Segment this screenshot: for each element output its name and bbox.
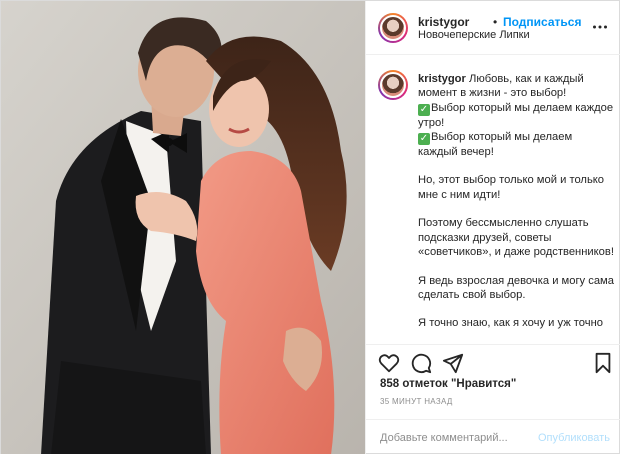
post-caption: kristygor Любовь, как и каждый момент в … bbox=[366, 56, 620, 344]
caption-line: Выбор который мы делаем каждый вечер! bbox=[418, 130, 573, 158]
caption-line: Я точно знаю, как я хочу и уж точно bbox=[418, 317, 604, 330]
caption-avatar[interactable] bbox=[378, 70, 408, 100]
comment-input[interactable] bbox=[380, 429, 530, 447]
more-horizontal-icon[interactable] bbox=[592, 19, 608, 35]
publish-button[interactable]: Опубликовать bbox=[538, 432, 610, 444]
couple-photo-illustration bbox=[1, 1, 365, 454]
post-sidebar: kristygor • Подписаться Новочеперские Ли… bbox=[365, 1, 620, 454]
caption-line: Я ведь взрослая девочка и могу сама сдел… bbox=[418, 274, 614, 301]
check-mark-icon: ✓ bbox=[418, 132, 430, 145]
comment-icon[interactable] bbox=[410, 352, 432, 374]
caption-text: kristygor Любовь, как и каждый момент в … bbox=[418, 72, 614, 344]
post-header: kristygor • Подписаться Новочеперские Ли… bbox=[366, 1, 620, 55]
bookmark-icon[interactable] bbox=[592, 352, 614, 374]
author-avatar[interactable] bbox=[378, 13, 408, 43]
header-separator: • bbox=[493, 15, 498, 29]
caption-line: Выбор который мы делаем каждое утро! bbox=[418, 101, 614, 129]
instagram-post: kristygor • Подписаться Новочеперские Ли… bbox=[0, 0, 620, 454]
likes-count[interactable]: 858 отметок "Нравится" bbox=[380, 378, 516, 390]
caption-line: Но, этот выбор только мой и только мне с… bbox=[418, 174, 605, 201]
post-photo[interactable] bbox=[1, 1, 365, 454]
post-location[interactable]: Новочеперские Липки bbox=[418, 29, 530, 41]
check-mark-icon: ✓ bbox=[418, 103, 430, 116]
paper-plane-icon[interactable] bbox=[442, 352, 464, 374]
comment-box: Опубликовать bbox=[366, 419, 620, 454]
caption-username[interactable]: kristygor bbox=[418, 73, 466, 85]
follow-button[interactable]: Подписаться bbox=[503, 15, 581, 29]
action-bar bbox=[366, 344, 620, 380]
heart-icon[interactable] bbox=[378, 352, 400, 374]
author-username[interactable]: kristygor bbox=[418, 15, 469, 29]
caption-line: Поэтому бессмысленно слушать подсказки д… bbox=[418, 217, 614, 258]
post-timestamp[interactable]: 35 МИНУТ НАЗАД bbox=[380, 397, 453, 406]
